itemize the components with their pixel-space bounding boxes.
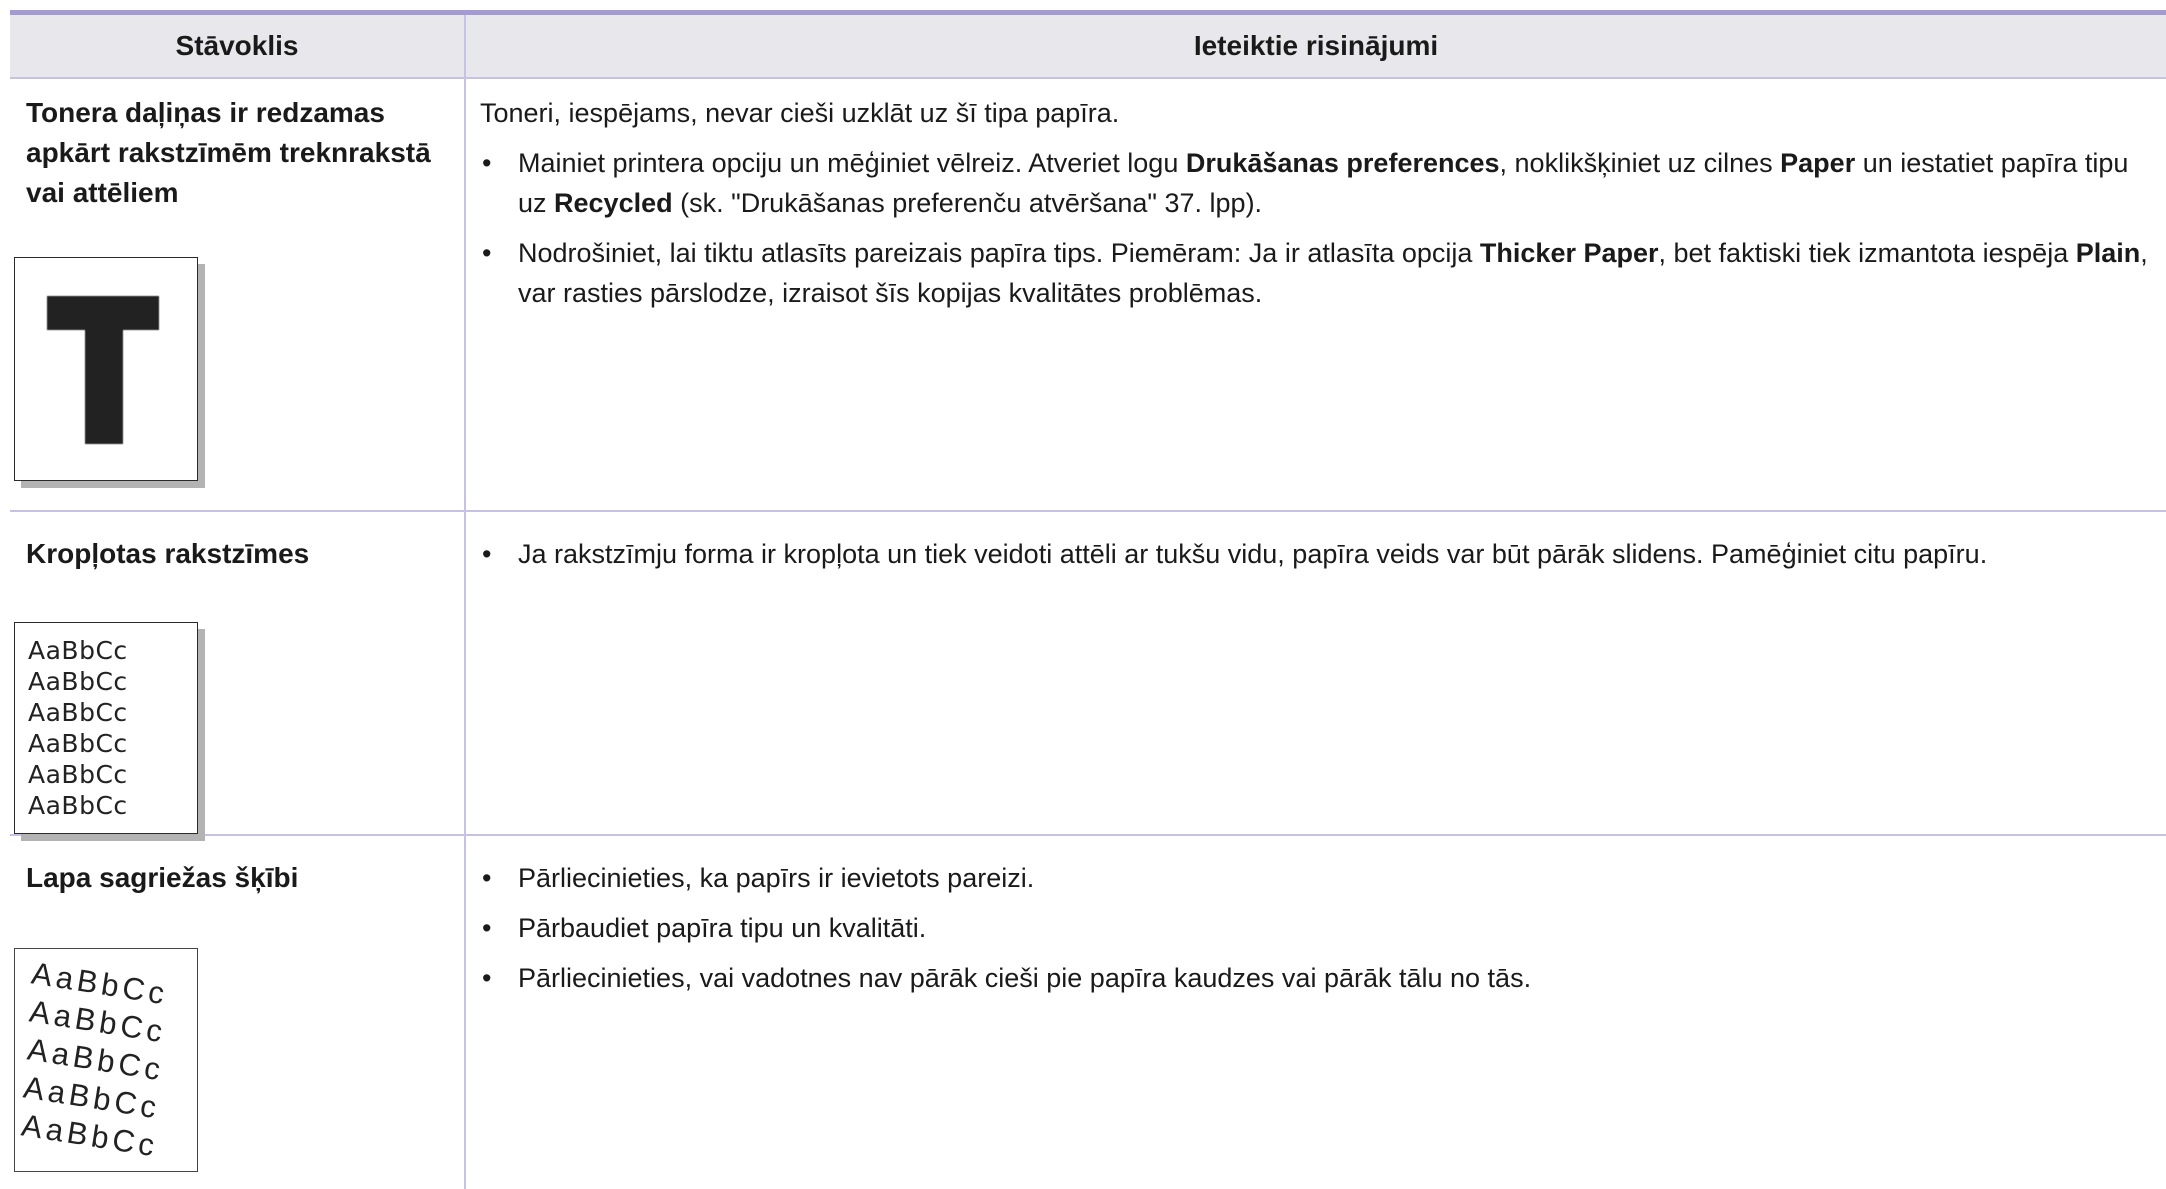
bullet-icon: • xyxy=(482,863,492,893)
condition-cell: Kropļotas rakstzīmes AaBbCc AaBbCc AaBbC… xyxy=(10,511,465,836)
bold-text: Recycled xyxy=(554,188,673,218)
skewed-page-sample-image: AaBbCc AaBbCc AaBbCc AaBbCc AaBbCc xyxy=(14,948,198,1172)
bullet-icon: • xyxy=(482,539,492,569)
solution-cell: • Ja rakstzīmju forma ir kropļota un tie… xyxy=(464,511,2166,836)
text: Pārbaudiet papīra tipu un kvalitāti. xyxy=(518,913,927,943)
sample-text-line: AaBbCc xyxy=(28,698,128,727)
sample-text-line: AaBbCc xyxy=(28,729,128,758)
solution-bullet: • Pārbaudiet papīra tipu un kvalitāti. xyxy=(480,908,2152,948)
text: Pārliecinieties, ka papīrs ir ievietots … xyxy=(518,863,1035,893)
solution-intro: Toneri, iespējams, nevar cieši uzklāt uz… xyxy=(480,98,1120,128)
bold-text: Paper xyxy=(1780,148,1856,178)
sample-text-line: AaBbCc xyxy=(28,636,128,665)
condition-cell: Lapa sagriežas šķībi AaBbCc AaBbCc AaBbC… xyxy=(10,835,465,1189)
letter-t-bar xyxy=(47,296,159,330)
column-header-solutions: Ieteiktie risinājumi xyxy=(464,15,2166,79)
solution-bullet: • Nodrošiniet, lai tiktu atlasīts pareiz… xyxy=(480,233,2152,313)
text: Ja rakstzīmju forma ir kropļota un tiek … xyxy=(518,539,1988,569)
solution-bullet: • Pārliecinieties, ka papīrs ir ievietot… xyxy=(480,858,2152,898)
bold-text: Plain xyxy=(2075,238,2141,268)
solution-bullet: • Ja rakstzīmju forma ir kropļota un tie… xyxy=(480,534,2152,574)
text: , bet faktiski tiek izmantota iespēja xyxy=(1658,238,2076,268)
table-header-row: Stāvoklis Ieteiktie risinājumi xyxy=(10,15,2166,79)
condition-title: Tonera daļiņas ir redzamas apkārt rakstz… xyxy=(26,97,431,208)
solution-cell: Toneri, iespējams, nevar cieši uzklāt uz… xyxy=(464,78,2166,512)
table-row: Tonera daļiņas ir redzamas apkārt rakstz… xyxy=(10,78,2166,512)
bold-text: Thicker Paper xyxy=(1479,238,1659,268)
table-row: Kropļotas rakstzīmes AaBbCc AaBbCc AaBbC… xyxy=(10,511,2166,836)
table-row: Lapa sagriežas šķībi AaBbCc AaBbCc AaBbC… xyxy=(10,835,2166,1189)
condition-title: Lapa sagriežas šķībi xyxy=(26,862,299,893)
condition-title: Kropļotas rakstzīmes xyxy=(26,538,310,569)
sample-text-line: AaBbCc xyxy=(28,667,128,696)
bullet-icon: • xyxy=(482,148,492,178)
sample-text-line: AaBbCc xyxy=(28,791,128,820)
text: , noklikšķiniet uz cilnes xyxy=(1499,148,1781,178)
bullet-icon: • xyxy=(482,963,492,993)
bullet-icon: • xyxy=(482,913,492,943)
column-header-condition: Stāvoklis xyxy=(10,15,465,79)
text: Nodrošiniet, lai tiktu atlasīts pareizai… xyxy=(518,238,1480,268)
solution-bullet: • Mainiet printera opciju un mēģiniet vē… xyxy=(480,143,2152,223)
solution-cell: • Pārliecinieties, ka papīrs ir ievietot… xyxy=(464,835,2166,1189)
letter-t-stem xyxy=(85,328,123,444)
sample-text-line: AaBbCc xyxy=(28,760,128,789)
text: Pārliecinieties, vai vadotnes nav pārāk … xyxy=(518,963,1532,993)
bold-text: Drukāšanas preferences xyxy=(1185,148,1500,178)
troubleshooting-table: Stāvoklis Ieteiktie risinājumi Tonera da… xyxy=(10,15,2166,1189)
toner-scatter-sample-image xyxy=(14,257,198,481)
text: (sk. "Drukāšanas preferenču atvēršana" 3… xyxy=(672,188,1263,218)
condition-cell: Tonera daļiņas ir redzamas apkārt rakstz… xyxy=(10,78,465,512)
solution-bullet: • Pārliecinieties, vai vadotnes nav pārā… xyxy=(480,958,2152,998)
distorted-characters-sample-image: AaBbCc AaBbCc AaBbCc AaBbCc AaBbCc AaBbC… xyxy=(14,622,198,834)
text: Mainiet printera opciju un mēģiniet vēlr… xyxy=(518,148,1186,178)
bullet-icon: • xyxy=(482,238,492,268)
